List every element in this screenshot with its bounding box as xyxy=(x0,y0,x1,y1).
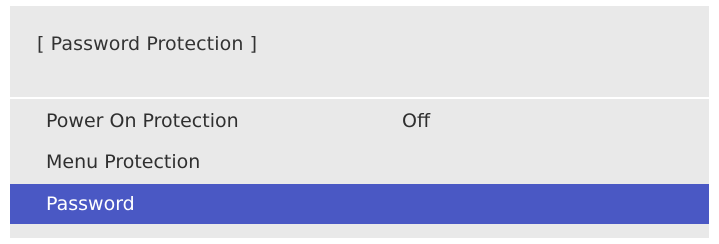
menu-item-label: Password xyxy=(46,193,135,215)
panel-header: [ Password Protection ] xyxy=(10,6,709,97)
menu-item-value: Off xyxy=(402,110,431,132)
menu-item-menu-protection[interactable]: Menu Protection xyxy=(10,142,709,182)
menu-item-power-on-protection[interactable]: Power On Protection Off xyxy=(10,101,709,141)
menu-list: Power On Protection Off Menu Protection … xyxy=(10,99,709,238)
menu-item-label: Power On Protection xyxy=(46,110,239,132)
panel-title: [ Password Protection ] xyxy=(37,33,258,55)
menu-item-password[interactable]: Password xyxy=(10,184,709,224)
password-protection-panel: [ Password Protection ] Power On Protect… xyxy=(10,6,709,238)
menu-item-label: Menu Protection xyxy=(46,151,201,173)
